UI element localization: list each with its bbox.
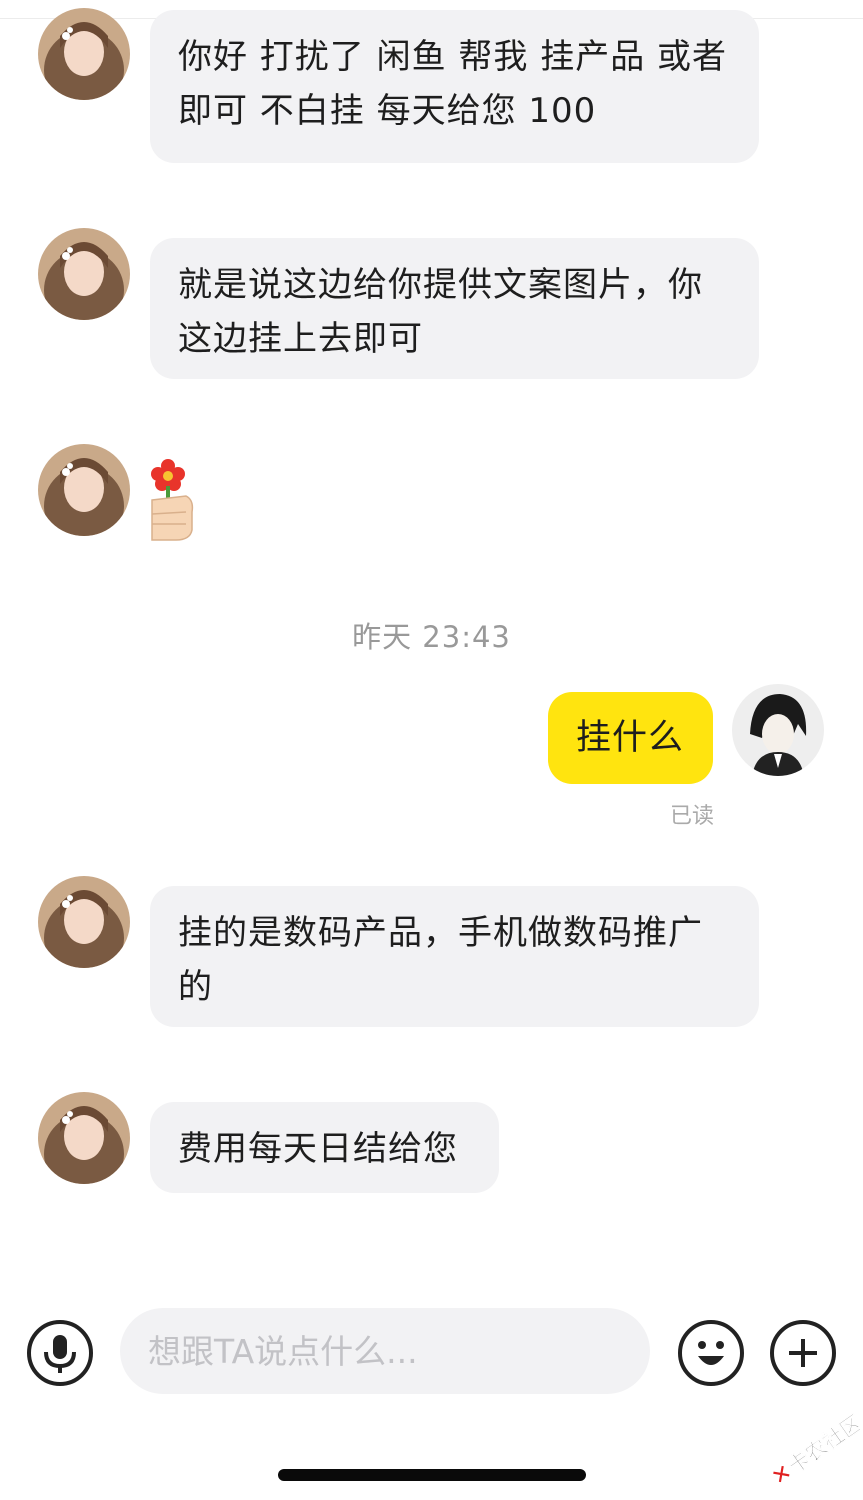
smiley-icon[interactable] [678,1320,744,1386]
message-timestamp: 昨天 23:43 [352,620,511,654]
contact-avatar[interactable] [38,876,130,968]
my-message-bubble[interactable]: 挂什么 [548,692,713,784]
plus-icon[interactable] [770,1320,836,1386]
message-bubble[interactable]: 挂的是数码产品，手机做数码推广的 [150,886,759,1027]
contact-avatar[interactable] [38,228,130,320]
message-bubble[interactable]: 费用每天日结给您 [150,1102,499,1193]
svg-text:卡农社区: 卡农社区 [784,1411,860,1479]
contact-avatar[interactable] [38,8,130,100]
microphone-icon[interactable] [27,1320,93,1386]
my-avatar[interactable] [732,684,824,776]
home-indicator[interactable] [278,1469,586,1481]
flower-hand-emoji-icon[interactable] [146,456,200,546]
message-input[interactable] [120,1308,650,1394]
message-input-bar [0,1300,863,1410]
contact-avatar[interactable] [38,1092,130,1184]
message-bubble[interactable]: 你好 打扰了 闲鱼 帮我 挂产品 或者即可 不白挂 每天给您 100 [150,10,759,163]
message-bubble[interactable]: 就是说这边给你提供文案图片，你这边挂上去即可 [150,238,759,379]
read-status: 已读 [669,804,714,829]
contact-avatar[interactable] [38,444,130,536]
watermark-logo: ✕ 卡农社区 [756,1408,863,1490]
